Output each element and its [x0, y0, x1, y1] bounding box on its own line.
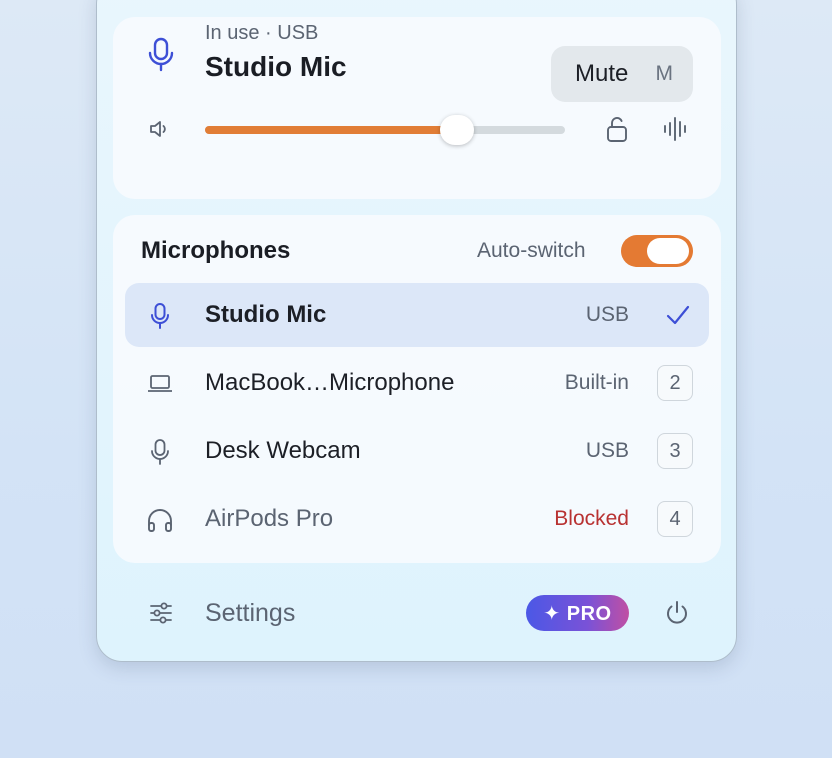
current-device-name: Studio Mic	[205, 51, 347, 82]
mute-button[interactable]: Mute M	[551, 46, 693, 102]
shortcut-key: 4	[657, 501, 693, 537]
device-row-studio-mic[interactable]: Studio Mic USB	[125, 283, 709, 347]
mic-icon	[147, 301, 173, 331]
pro-badge[interactable]: ✦ PRO	[526, 595, 629, 631]
device-tag: Built-in	[564, 371, 629, 394]
device-tag: USB	[585, 303, 629, 326]
toggle-knob	[647, 238, 689, 264]
mute-label: Mute	[575, 60, 629, 87]
current-device-card: In use · USB Studio Mic Mute M	[113, 17, 721, 199]
checkmark-icon	[665, 303, 691, 327]
volume-slider-thumb[interactable]	[440, 115, 474, 145]
headphones-icon	[145, 505, 175, 535]
laptop-icon	[145, 371, 175, 397]
device-tag: USB	[585, 439, 629, 462]
settings-label[interactable]: Settings	[205, 599, 295, 628]
unlock-icon[interactable]	[603, 113, 631, 145]
device-name: MacBook…Microphone	[205, 369, 455, 396]
section-title: Microphones	[141, 237, 291, 264]
sliders-icon[interactable]	[147, 599, 175, 627]
volume-slider-fill	[205, 126, 457, 134]
mic-icon	[147, 437, 173, 467]
device-name: Studio Mic	[205, 301, 327, 328]
speaker-icon	[147, 117, 171, 141]
shortcut-key: 3	[657, 433, 693, 469]
shortcut-key: 2	[657, 365, 693, 401]
mic-icon	[143, 35, 179, 75]
device-row-macbook-microphone[interactable]: MacBook…Microphone Built-in 2	[125, 351, 709, 415]
auto-switch-label: Auto-switch	[477, 239, 586, 262]
microphones-card: Microphones Auto-switch Studio Mic USB M…	[113, 215, 721, 563]
auto-switch-toggle[interactable]	[621, 235, 693, 267]
device-name: Desk Webcam	[205, 437, 361, 464]
power-icon[interactable]	[661, 597, 693, 629]
device-row-airpods-pro[interactable]: AirPods Pro Blocked 4	[125, 487, 709, 551]
device-name: AirPods Pro	[205, 505, 334, 532]
device-row-desk-webcam[interactable]: Desk Webcam USB 3	[125, 419, 709, 483]
waveform-icon[interactable]	[661, 115, 691, 143]
mute-shortcut: M	[655, 62, 674, 85]
device-status: In use · USB	[205, 22, 319, 44]
device-tag-blocked: Blocked	[554, 507, 629, 530]
mic-switcher-panel: In use · USB Studio Mic Mute M Microphon…	[96, 0, 737, 662]
